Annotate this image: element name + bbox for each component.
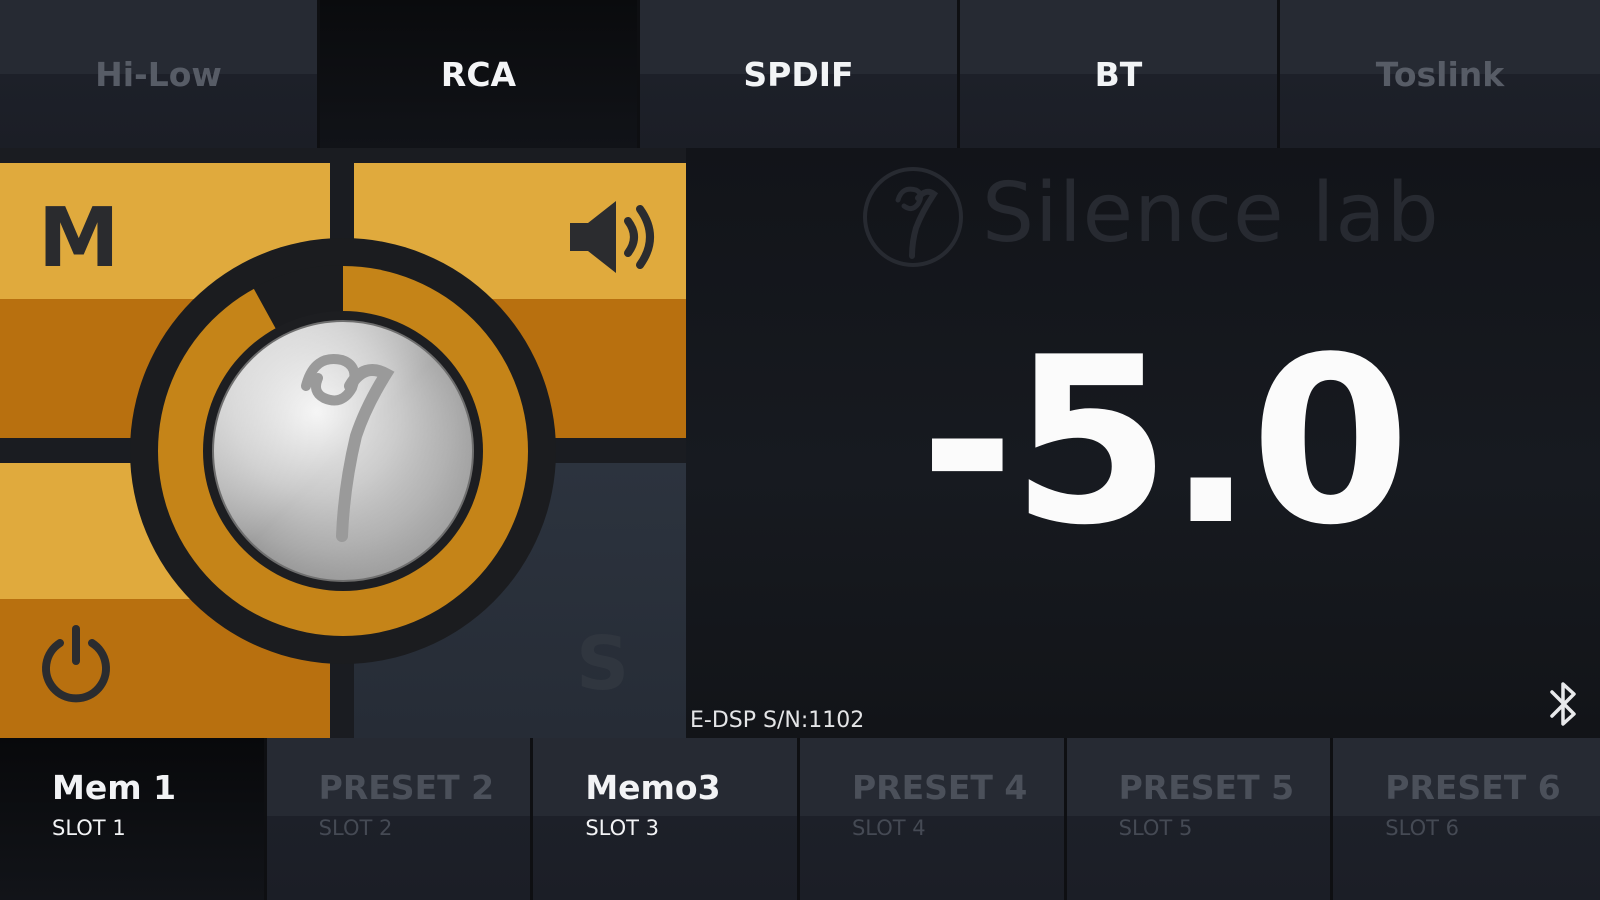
volume-readout: -5.0 bbox=[919, 309, 1411, 576]
preset-bar: Mem 1 SLOT 1 PRESET 2 SLOT 2 Memo3 SLOT … bbox=[0, 738, 1600, 900]
control-pad: M S bbox=[0, 148, 686, 738]
speaker-volume-icon bbox=[570, 201, 654, 273]
preset-slot-5[interactable]: PRESET 5 SLOT 5 bbox=[1066, 738, 1334, 900]
tab-bt[interactable]: BT bbox=[960, 0, 1280, 148]
preset-slot: SLOT 3 bbox=[585, 816, 659, 840]
mode-label: M bbox=[38, 191, 120, 286]
volume-knob[interactable] bbox=[128, 236, 558, 666]
preset-slot: SLOT 5 bbox=[1118, 816, 1193, 840]
preset-name: Mem 1 bbox=[52, 768, 177, 807]
preset-slot-3[interactable]: Memo3 SLOT 3 bbox=[533, 738, 800, 900]
bluetooth-icon[interactable] bbox=[1548, 676, 1578, 732]
tab-spdif[interactable]: SPDIF bbox=[640, 0, 960, 148]
power-icon bbox=[42, 625, 110, 703]
tab-rca[interactable]: RCA bbox=[320, 0, 640, 148]
preset-slot: SLOT 2 bbox=[318, 816, 393, 840]
tab-hi-low[interactable]: Hi-Low bbox=[0, 0, 320, 148]
preset-name: Memo3 bbox=[585, 768, 721, 807]
display-panel: Silence lab -5.0 E-DSP S/N:1102 bbox=[686, 148, 1600, 738]
input-tabs: Hi-Low RCA SPDIF BT Toslink bbox=[0, 0, 1600, 148]
preset-slot-4[interactable]: PRESET 4 SLOT 4 bbox=[799, 738, 1067, 900]
preset-name: PRESET 5 bbox=[1118, 768, 1295, 807]
preset-slot: SLOT 4 bbox=[851, 816, 926, 840]
preset-name: PRESET 4 bbox=[851, 768, 1028, 807]
sub-label: S bbox=[576, 621, 630, 707]
preset-name: PRESET 6 bbox=[1385, 768, 1561, 807]
preset-slot: SLOT 1 bbox=[52, 816, 126, 840]
preset-slot-6[interactable]: PRESET 6 SLOT 6 bbox=[1333, 738, 1600, 900]
preset-name: PRESET 2 bbox=[318, 768, 495, 807]
preset-slot: SLOT 6 bbox=[1385, 816, 1459, 840]
tab-toslink[interactable]: Toslink bbox=[1280, 0, 1600, 148]
preset-slot-2[interactable]: PRESET 2 SLOT 2 bbox=[266, 738, 534, 900]
preset-slot-1[interactable]: Mem 1 SLOT 1 bbox=[0, 738, 267, 900]
serial-number: E-DSP S/N:1102 bbox=[690, 708, 865, 733]
silence-lab-logo-icon bbox=[863, 167, 963, 267]
brand-name: Silence lab bbox=[982, 166, 1440, 261]
